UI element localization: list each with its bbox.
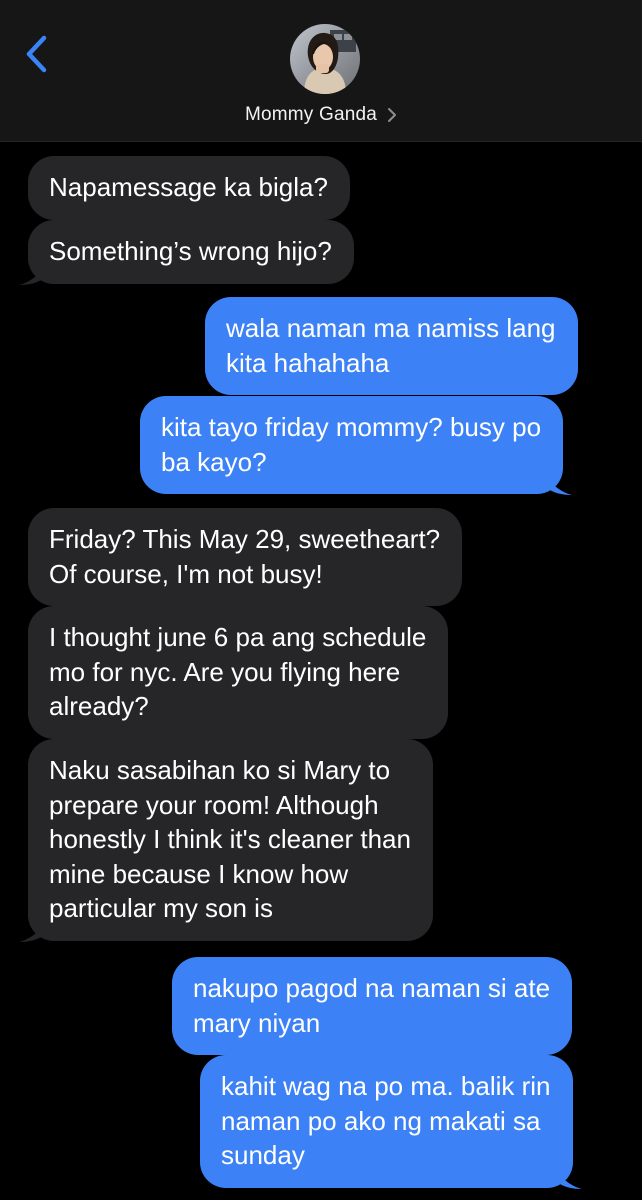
back-button[interactable] <box>14 28 58 80</box>
bubble-tail <box>546 473 573 495</box>
bubble-tail <box>19 919 45 942</box>
message-line: particular my son is <box>49 893 273 923</box>
chevron-right-icon <box>388 108 397 122</box>
message-bubble-incoming[interactable]: Naku sasabihan ko si Mary to prepare you… <box>19 739 433 942</box>
message-bubble-outgoing[interactable]: kita tayo friday mommy? busy po ba kayo? <box>140 396 573 495</box>
message-thread: Napamessage ka bigla? Something’s wrong … <box>0 142 642 1200</box>
message-line: ba kayo? <box>161 446 267 477</box>
message-line: kahit wag na po ma. balik rin <box>221 1071 551 1101</box>
message-bubble-outgoing[interactable]: nakupo pagod na naman si ate mary niyan <box>172 957 573 1055</box>
message-bubble-incoming[interactable]: Friday? This May 29, sweetheart? Of cour… <box>28 508 463 606</box>
contact-photo <box>290 24 360 94</box>
conversation-header: Mommy Ganda <box>0 0 642 142</box>
message-line: Of course, I'm not busy! <box>49 558 323 589</box>
contact-info-button[interactable]: Mommy Ganda <box>0 100 642 130</box>
bubble-tail <box>19 262 45 285</box>
message-line: prepare your room! Although <box>49 789 379 820</box>
message-bubble-incoming[interactable]: I thought june 6 pa ang schedule mo for … <box>28 606 449 739</box>
message-bubble-outgoing[interactable]: wala naman ma namiss lang kita hahahaha <box>205 297 578 395</box>
message-line: Napamessage ka bigla? <box>49 172 328 202</box>
message-bubble-incoming[interactable]: Napamessage ka bigla? <box>28 156 350 220</box>
message-line: Something’s wrong hijo? <box>49 236 332 266</box>
message-line: mary niyan <box>193 1007 321 1038</box>
message-line: kita hahahaha <box>226 347 390 378</box>
message-line: mo for nyc. Are you flying here <box>49 656 401 687</box>
message-line: kita tayo friday mommy? busy po <box>161 412 542 442</box>
avatar[interactable] <box>290 24 360 94</box>
message-bubble-incoming[interactable]: Something’s wrong hijo? <box>19 220 354 285</box>
message-line: naman po ako ng makati sa <box>221 1105 541 1136</box>
message-line: honestly I think it's cleaner than <box>49 824 411 854</box>
message-line: already? <box>49 691 149 721</box>
message-line: I thought june 6 pa ang schedule <box>49 622 427 652</box>
contact-name: Mommy Ganda <box>244 104 378 125</box>
message-line: nakupo pagod na naman si ate <box>193 973 551 1003</box>
bubble-tail <box>555 1166 582 1189</box>
chevron-left-icon <box>26 35 47 73</box>
message-line: Friday? This May 29, sweetheart? <box>49 524 441 554</box>
message-bubble-outgoing[interactable]: kahit wag na po ma. balik rin naman po a… <box>200 1055 582 1189</box>
message-line: wala naman ma namiss lang <box>226 313 556 343</box>
message-line: sunday <box>221 1140 305 1170</box>
message-line: mine because I know how <box>49 858 349 889</box>
message-line: Naku sasabihan ko si Mary to <box>49 755 391 785</box>
